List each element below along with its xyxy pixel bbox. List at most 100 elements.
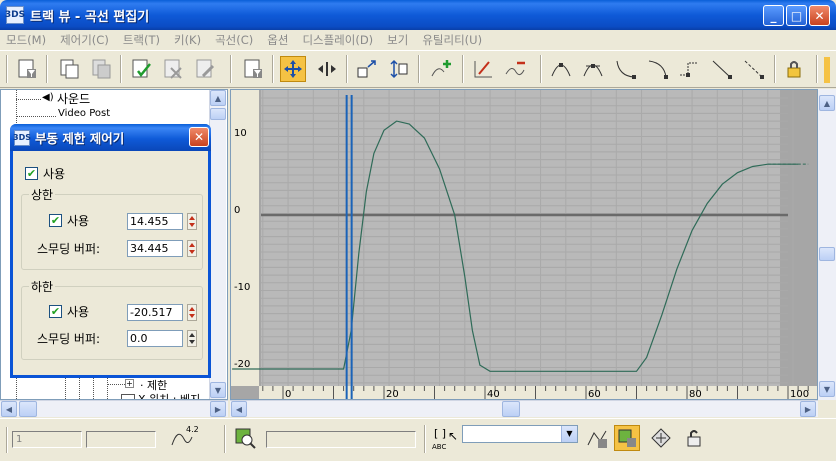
tangent-linear-icon[interactable]: [708, 56, 734, 82]
scale-values-icon[interactable]: [386, 56, 412, 82]
window-title: 트랙 뷰 - 곡선 편집기: [30, 9, 150, 25]
tangent-fast-icon[interactable]: [612, 56, 638, 82]
dialog-close-button[interactable]: ✕: [189, 127, 209, 147]
tangent-step-icon[interactable]: [676, 56, 702, 82]
lower-enable-label: 사용: [67, 305, 90, 319]
menu-options[interactable]: 옵션: [267, 32, 288, 48]
scroll-up-arrow[interactable]: ▲: [210, 90, 226, 106]
menu-curve[interactable]: 곡선(C): [215, 32, 253, 48]
curve-shape-icon[interactable]: 4.2: [170, 425, 200, 451]
slide-keys-icon[interactable]: [314, 56, 340, 82]
dialog-title: 부동 제한 제어기: [35, 131, 125, 146]
lower-smooth-label: 스무딩 버퍼:: [37, 332, 101, 346]
upper-limit-input[interactable]: 14.455: [127, 213, 183, 230]
upper-enable-checkbox[interactable]: ✔: [49, 214, 62, 227]
tree-item-video-post[interactable]: Video Post: [58, 108, 110, 119]
close-button[interactable]: ✕: [809, 5, 830, 26]
move-keys-icon[interactable]: [280, 56, 306, 82]
frame-field[interactable]: 1: [12, 431, 82, 448]
filter-icon[interactable]: [14, 56, 40, 82]
lower-enable-checkbox[interactable]: ✔: [49, 305, 62, 318]
named-selection-dropdown[interactable]: ▼: [462, 425, 578, 443]
assign-controller-icon[interactable]: [128, 56, 154, 82]
curve-scroll-left-arrow[interactable]: ◀: [231, 401, 247, 417]
menu-display[interactable]: 디스플레이(D): [302, 32, 373, 48]
tangent-slow-icon[interactable]: [644, 56, 670, 82]
abc-cursor-icon[interactable]: [ ] ↖ ABC: [432, 427, 460, 453]
copy-controller-icon[interactable]: [56, 56, 82, 82]
scroll-thumb[interactable]: [210, 108, 226, 120]
dialog-app-icon: 3DS: [13, 129, 31, 146]
y-tick-label: 10: [234, 128, 247, 139]
toolbar-overflow[interactable]: [824, 57, 830, 83]
y-tick-label: -20: [234, 359, 250, 370]
scale-keys-icon[interactable]: [354, 56, 380, 82]
scroll-down-arrow[interactable]: ▼: [210, 382, 226, 398]
selection-name-field[interactable]: [266, 431, 416, 448]
enable-checkbox[interactable]: ✔: [25, 167, 38, 180]
tree-hscroll-thumb[interactable]: [19, 401, 37, 417]
upper-limit-group: [21, 194, 203, 270]
curve-scroll-right-arrow[interactable]: ▶: [800, 401, 816, 417]
time-ruler: [259, 386, 817, 399]
unlock-icon[interactable]: [680, 425, 706, 451]
lock-tangents-icon[interactable]: [782, 56, 808, 82]
y-tick-label: -10: [234, 282, 250, 293]
chevron-down-icon[interactable]: ▼: [561, 426, 577, 442]
menu-track[interactable]: 트랙(T): [123, 32, 160, 48]
paste-controller-icon[interactable]: [88, 56, 114, 82]
menu-controller[interactable]: 제어기(C): [60, 32, 109, 48]
status-bar: 1 4.2 [ ] ↖ ABC ▼: [0, 418, 836, 461]
curve-vertical-scrollbar[interactable]: ▲ ▼: [818, 89, 836, 400]
tree-item-sound[interactable]: 사운드: [57, 90, 90, 107]
curve-scroll-down-arrow[interactable]: ▼: [819, 381, 835, 397]
edit-controller-icon[interactable]: [192, 56, 218, 82]
add-keys-icon[interactable]: [428, 56, 454, 82]
tangent-custom-icon[interactable]: [580, 56, 606, 82]
draw-curves-icon[interactable]: [470, 56, 496, 82]
delete-controller-icon[interactable]: [160, 56, 186, 82]
upper-smooth-label: 스무딩 버퍼:: [37, 242, 101, 256]
dialog-title-bar[interactable]: 3DS 부동 제한 제어기 ✕: [10, 124, 211, 151]
curve-editor-view[interactable]: 10 0 -10 -20 0 20 40 60 80 100: [230, 89, 818, 400]
curve-horizontal-scrollbar[interactable]: ◀ ▶: [230, 400, 818, 417]
tree-horizontal-scrollbar[interactable]: ◀ ▶: [0, 400, 228, 417]
tangent-auto-icon[interactable]: [548, 56, 574, 82]
lower-limit-input[interactable]: -20.517: [127, 304, 183, 321]
x-tick-label: 80: [689, 389, 702, 399]
curve-scroll-up-arrow[interactable]: ▲: [819, 95, 835, 111]
reduce-keys-icon[interactable]: [502, 56, 528, 82]
curve-icon-label: 4.2: [186, 425, 199, 434]
show-selected-keys-icon[interactable]: [584, 425, 610, 451]
lock-selection-icon[interactable]: [648, 425, 674, 451]
menu-mode[interactable]: 모드(M): [6, 32, 46, 48]
minimize-button[interactable]: _: [763, 5, 784, 26]
sound-icon: ◀): [42, 92, 54, 103]
lower-smooth-spinner[interactable]: [187, 330, 197, 347]
curve-graph[interactable]: 100-10-200 20 40 60 80 100: [231, 90, 817, 399]
expand-toggle[interactable]: +: [125, 379, 134, 388]
upper-limit-spinner[interactable]: [187, 213, 197, 230]
tangent-smooth-icon[interactable]: [740, 56, 766, 82]
zoom-selected-icon[interactable]: [232, 425, 258, 451]
upper-smooth-spinner[interactable]: [187, 240, 197, 257]
curve-scroll-thumb[interactable]: [819, 247, 835, 261]
maximize-button[interactable]: □: [786, 5, 807, 26]
tree-vertical-scrollbar[interactable]: ▲ ▼: [209, 90, 226, 399]
show-all-tangents-icon[interactable]: [614, 425, 640, 451]
menu-view[interactable]: 보기: [387, 32, 408, 48]
menu-utility[interactable]: 유틸리티(U): [422, 32, 482, 48]
x-tick-label: 100: [790, 389, 809, 399]
tree-scroll-left-arrow[interactable]: ◀: [1, 401, 17, 417]
curve-hscroll-thumb[interactable]: [502, 401, 520, 417]
y-tick-label: 0: [234, 205, 240, 216]
filter-icon-2[interactable]: [240, 56, 266, 82]
upper-smooth-input[interactable]: 34.445: [127, 240, 183, 257]
lower-limit-spinner[interactable]: [187, 304, 197, 321]
menu-key[interactable]: 키(K): [174, 32, 201, 48]
value-field[interactable]: [86, 431, 156, 448]
lower-smooth-input[interactable]: 0.0: [127, 330, 183, 347]
tree-item-x-position[interactable]: X 위치 : 베지: [138, 391, 200, 399]
tree-scroll-right-arrow[interactable]: ▶: [210, 401, 226, 417]
title-bar[interactable]: 3DS 트랙 뷰 - 곡선 편집기 _ □ ✕: [0, 0, 836, 30]
